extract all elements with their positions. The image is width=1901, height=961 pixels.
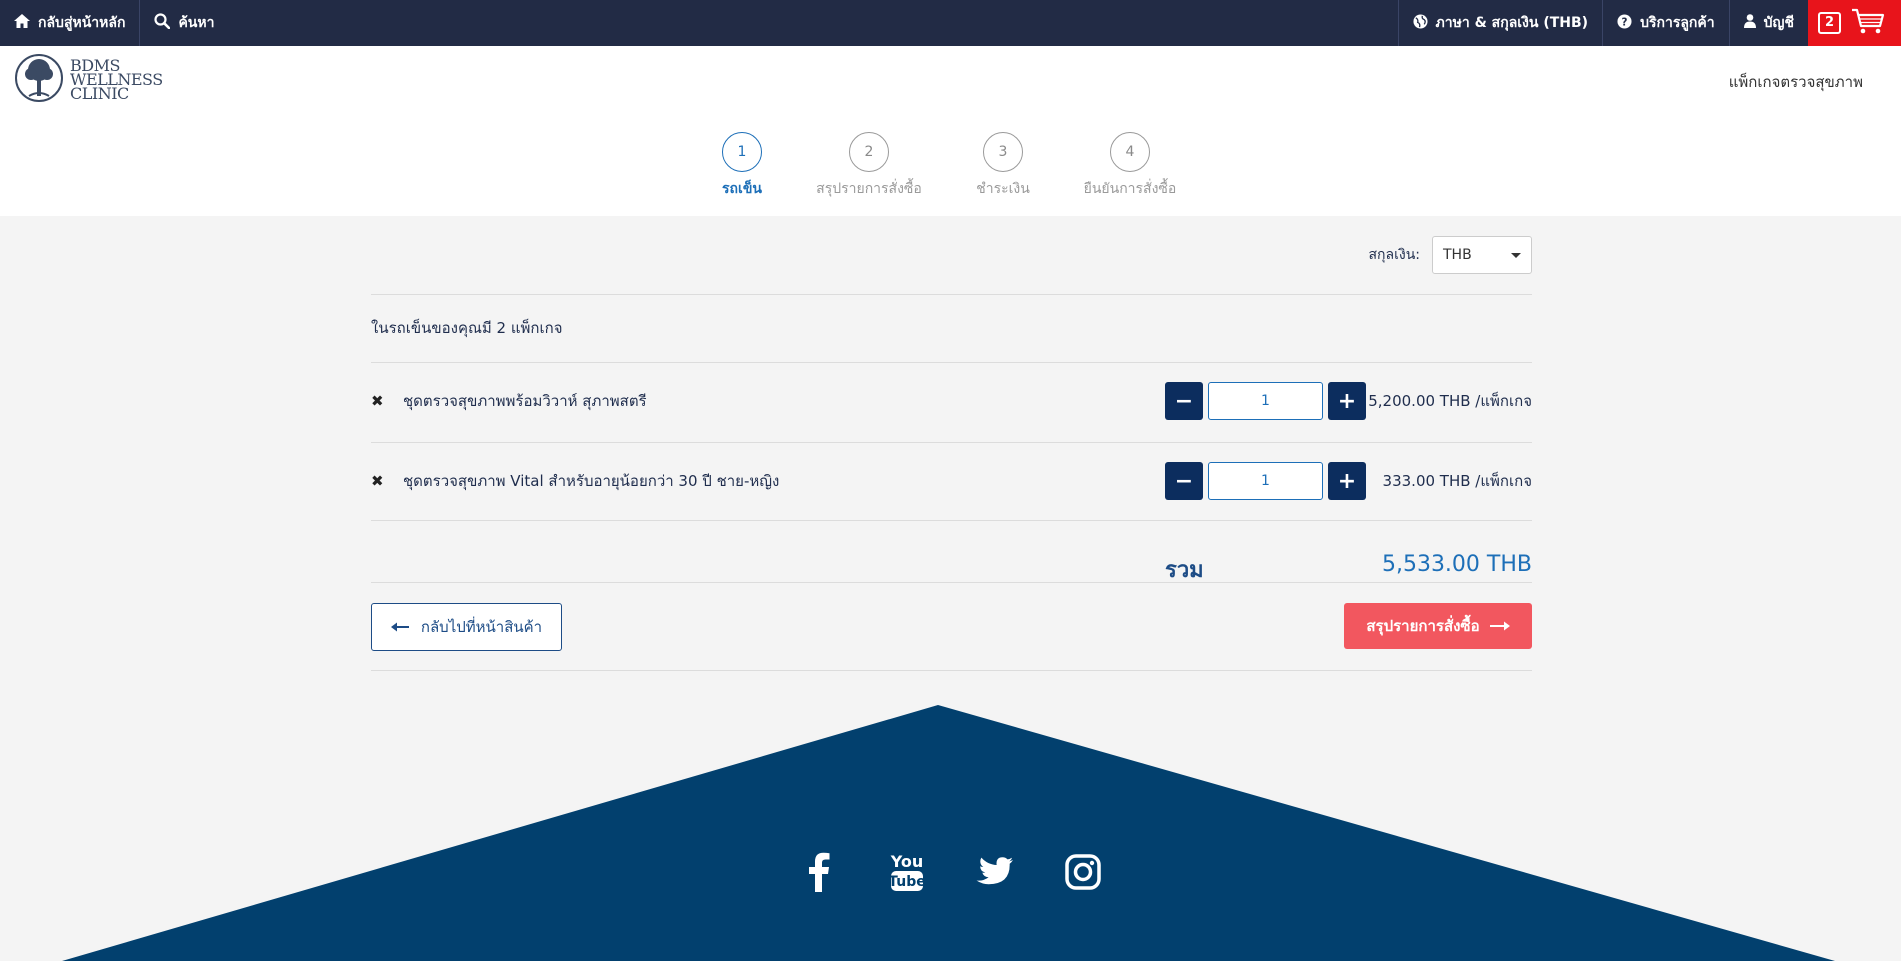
- home-label: กลับสู่หน้าหลัก: [38, 15, 126, 31]
- divider: [371, 670, 1532, 671]
- remove-item-icon[interactable]: ✖: [371, 472, 385, 490]
- quantity-input[interactable]: 1: [1208, 462, 1323, 500]
- increase-quantity-button[interactable]: +: [1328, 462, 1366, 500]
- account-link[interactable]: บัญชี: [1728, 0, 1808, 46]
- customer-service-link[interactable]: ? บริการลูกค้า: [1602, 0, 1729, 46]
- item-price: 333.00 THB /แพ็กเกจ: [1382, 472, 1532, 490]
- total-row: รวม 5,533.00 THB: [371, 538, 1532, 598]
- decrease-quantity-button[interactable]: −: [1165, 382, 1203, 420]
- footer-background: [62, 705, 1835, 961]
- item-name: ชุดตรวจสุขภาพพร้อมวิวาห์ สุภาพสตรี: [403, 392, 647, 410]
- order-summary-button[interactable]: สรุปรายการสั่งซื้อ: [1344, 603, 1532, 649]
- currency-label: สกุลเงิน:: [1368, 247, 1420, 263]
- language-currency-menu[interactable]: ภาษา & สกุลเงิน (THB): [1397, 0, 1603, 46]
- divider: [371, 520, 1532, 521]
- increase-quantity-button[interactable]: +: [1328, 382, 1366, 420]
- item-price: 5,200.00 THB /แพ็กเกจ: [1368, 392, 1532, 410]
- currency-select[interactable]: THB: [1432, 236, 1532, 274]
- checkout-steps: 1 รถเข็น 2 สรุปรายการสั่งซื้อ 3 ชำระเงิน…: [0, 132, 1901, 212]
- total-value: 5,533.00 THB: [1381, 552, 1532, 577]
- globe-icon: [1413, 13, 1428, 33]
- account-label: บัญชี: [1763, 15, 1794, 31]
- quantity-stepper: − 1 +: [1165, 462, 1366, 500]
- search-link[interactable]: ค้นหา: [140, 0, 228, 46]
- arrow-right-icon: [1489, 617, 1510, 635]
- divider: [371, 294, 1532, 295]
- quantity-input[interactable]: 1: [1208, 382, 1323, 420]
- top-bar: กลับสู่หน้าหลัก ค้นหา ภาษา & สกุลเงิน (T…: [0, 0, 1901, 46]
- health-packages-link[interactable]: แพ็กเกจตรวจสุขภาพ: [1729, 70, 1863, 94]
- support-label: บริการลูกค้า: [1640, 15, 1715, 31]
- step-order-summary: 2 สรุปรายการสั่งซื้อ: [794, 132, 944, 200]
- decrease-quantity-button[interactable]: −: [1165, 462, 1203, 500]
- instagram-icon[interactable]: [1063, 850, 1103, 894]
- currency-row: สกุลเงิน: THB: [1368, 236, 1532, 274]
- item-name: ชุดตรวจสุขภาพ Vital สำหรับอายุน้อยกว่า 3…: [403, 472, 780, 490]
- cart-icon: [1851, 7, 1885, 39]
- twitter-icon[interactable]: [975, 850, 1015, 894]
- cart-count-text: ในรถเข็นของคุณมี 2 แพ็กเกจ: [371, 319, 563, 337]
- cart-count-badge: 2: [1817, 12, 1841, 34]
- tree-logo-icon: [14, 52, 64, 108]
- back-to-products-button[interactable]: กลับไปที่หน้าสินค้า: [371, 603, 562, 651]
- search-label: ค้นหา: [178, 15, 215, 31]
- cart-item: ✖ ชุดตรวจสุขภาพพร้อมวิวาห์ สุภาพสตรี − 1…: [371, 362, 1532, 440]
- quantity-stepper: − 1 +: [1165, 382, 1366, 420]
- search-icon: [154, 13, 171, 33]
- arrow-left-icon: [390, 618, 409, 636]
- language-label: ภาษา & สกุลเงิน (THB): [1435, 15, 1589, 31]
- social-links: You Tube: [0, 850, 1901, 894]
- bdms-logo[interactable]: BDMS WELLNESS CLINIC: [14, 52, 163, 108]
- divider: [371, 582, 1532, 583]
- caret-down-icon: [1511, 252, 1521, 258]
- site-header: BDMS WELLNESS CLINIC แพ็กเกจตรวจสุขภาพ 1…: [0, 46, 1901, 216]
- home-link[interactable]: กลับสู่หน้าหลัก: [0, 0, 141, 46]
- logo-text: BDMS WELLNESS CLINIC: [70, 56, 163, 103]
- step-confirmation: 4 ยืนยันการสั่งซื้อ: [1055, 132, 1205, 200]
- svg-text:You: You: [889, 852, 923, 871]
- remove-item-icon[interactable]: ✖: [371, 392, 385, 410]
- cart-item: ✖ ชุดตรวจสุขภาพ Vital สำหรับอายุน้อยกว่า…: [371, 442, 1532, 520]
- home-icon: [14, 14, 30, 32]
- cart-button[interactable]: 2: [1807, 0, 1901, 46]
- svg-text:Tube: Tube: [889, 874, 925, 890]
- user-icon: [1743, 14, 1756, 32]
- svg-text:?: ?: [1622, 16, 1628, 28]
- facebook-icon[interactable]: [799, 850, 839, 894]
- site-footer: You Tube: [0, 700, 1901, 961]
- question-icon: ?: [1617, 13, 1632, 33]
- youtube-icon[interactable]: You Tube: [887, 850, 927, 894]
